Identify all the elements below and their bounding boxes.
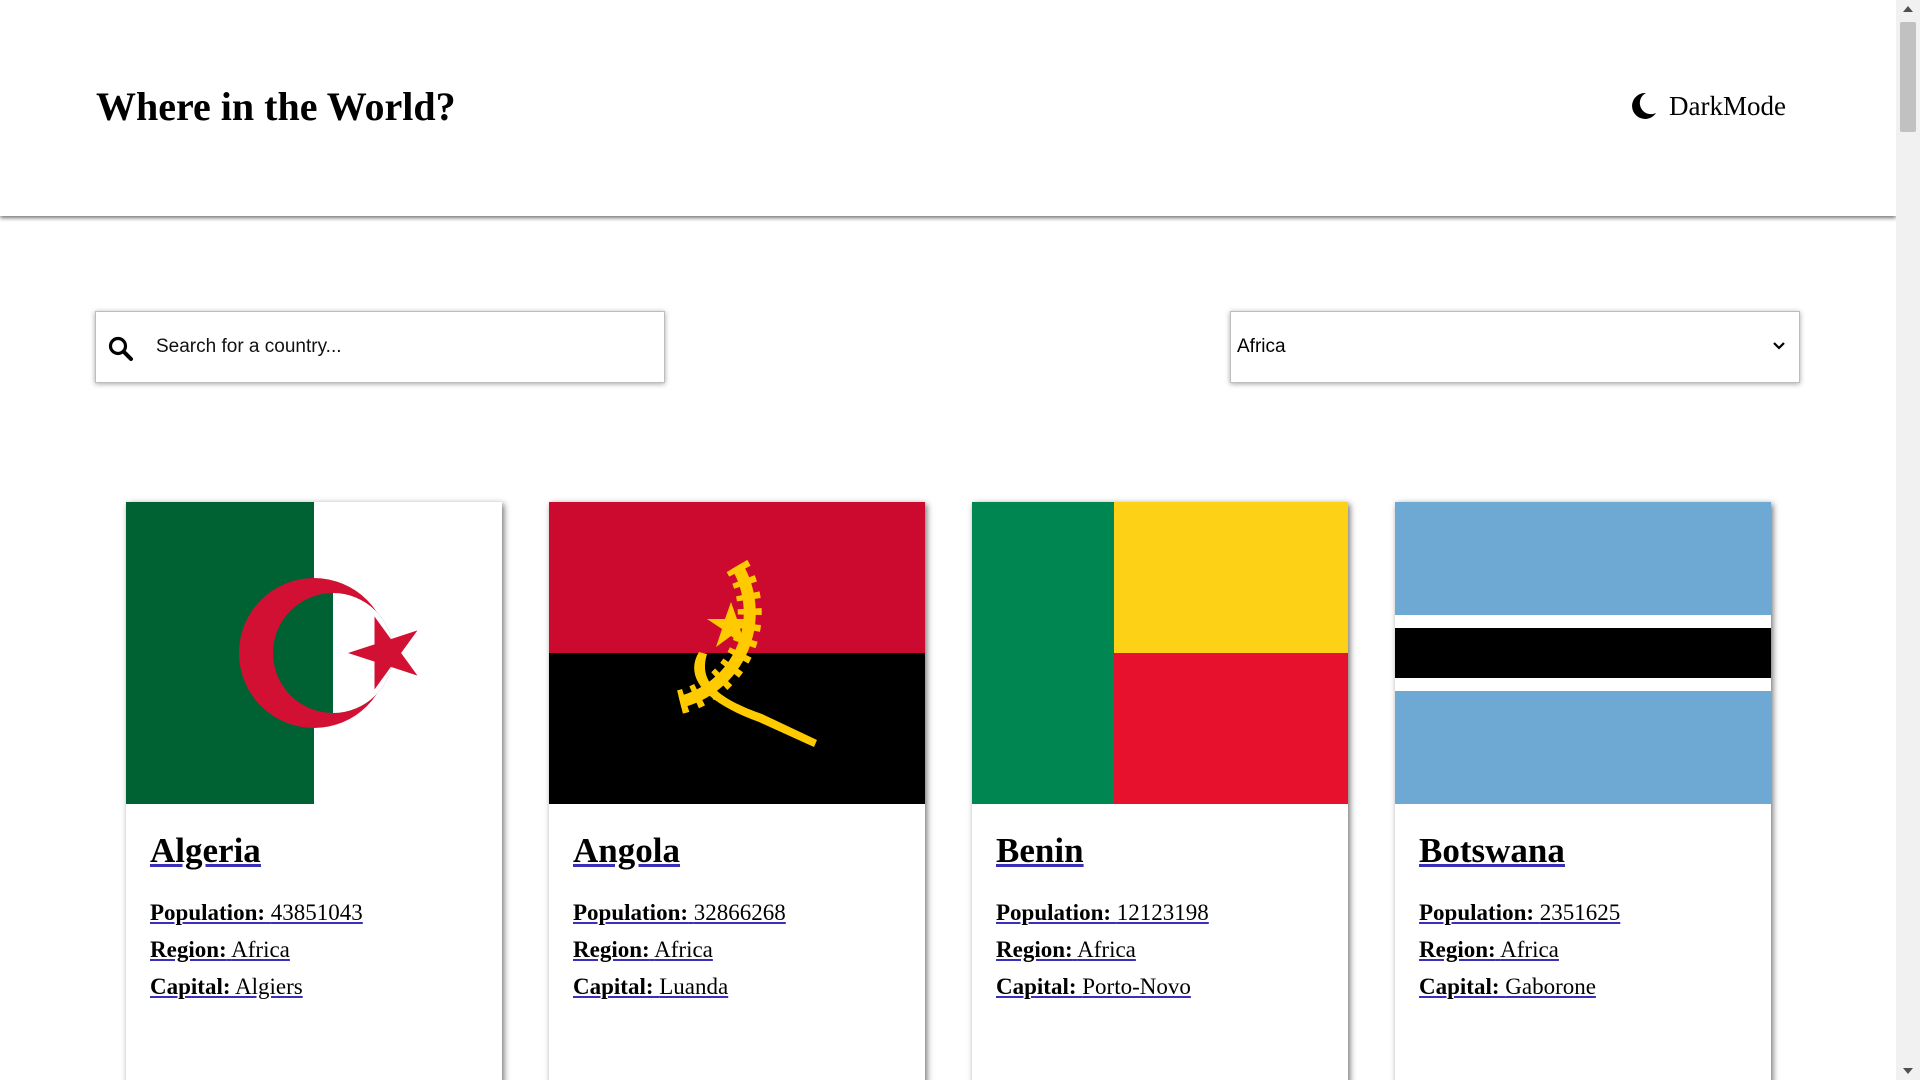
dark-mode-toggle[interactable]: DarkMode [1629, 86, 1786, 126]
capital-row: Capital: Porto-Novo [996, 974, 1191, 999]
flag-angola [549, 502, 925, 804]
region-row: Region: Africa [573, 937, 713, 962]
scroll-down-arrow-icon[interactable] [1896, 1062, 1920, 1080]
capital-row: Capital: Algiers [150, 974, 303, 999]
population-row: Population: 43851043 [150, 900, 363, 925]
country-card-angola[interactable]: Angola Population: 32866268 Region: Afri… [549, 502, 925, 1080]
population-row: Population: 2351625 [1419, 900, 1621, 925]
region-row: Region: Africa [150, 937, 290, 962]
region-filter-select[interactable]: Africa [1230, 311, 1800, 383]
region-row: Region: Africa [1419, 937, 1559, 962]
country-card-benin[interactable]: Benin Population: 12123198 Region: Afric… [972, 502, 1348, 1080]
country-card-algeria[interactable]: Algeria Population: 43851043 Region: Afr… [126, 502, 502, 1080]
search-box[interactable] [95, 311, 665, 383]
country-name[interactable]: Benin [996, 828, 1209, 874]
scrollbar-thumb[interactable] [1900, 22, 1916, 132]
page: Where in the World? DarkMode Africa [0, 0, 1896, 1080]
search-input[interactable] [156, 312, 656, 382]
region-filter-value: Africa [1237, 336, 1286, 357]
flag-benin [972, 502, 1348, 804]
top-bar: Where in the World? DarkMode [0, 0, 1896, 216]
flag-botswana [1395, 502, 1771, 804]
population-row: Population: 12123198 [996, 900, 1209, 925]
scroll-up-arrow-icon[interactable] [1896, 0, 1920, 18]
country-name[interactable]: Angola [573, 828, 786, 874]
capital-row: Capital: Luanda [573, 974, 729, 999]
moon-icon [1632, 92, 1657, 119]
flag-algeria [126, 502, 502, 804]
population-row: Population: 32866268 [573, 900, 786, 925]
country-card-botswana[interactable]: Botswana Population: 2351625 Region: Afr… [1395, 502, 1771, 1080]
dark-mode-label: DarkMode [1669, 90, 1786, 121]
vertical-scrollbar[interactable] [1896, 0, 1920, 1080]
chevron-down-icon [1773, 342, 1785, 350]
country-name[interactable]: Botswana [1419, 828, 1620, 874]
region-row: Region: Africa [996, 937, 1136, 962]
search-icon [108, 336, 133, 361]
capital-row: Capital: Gaborone [1419, 974, 1596, 999]
app-title: Where in the World? [96, 84, 456, 129]
country-name[interactable]: Algeria [150, 828, 363, 874]
